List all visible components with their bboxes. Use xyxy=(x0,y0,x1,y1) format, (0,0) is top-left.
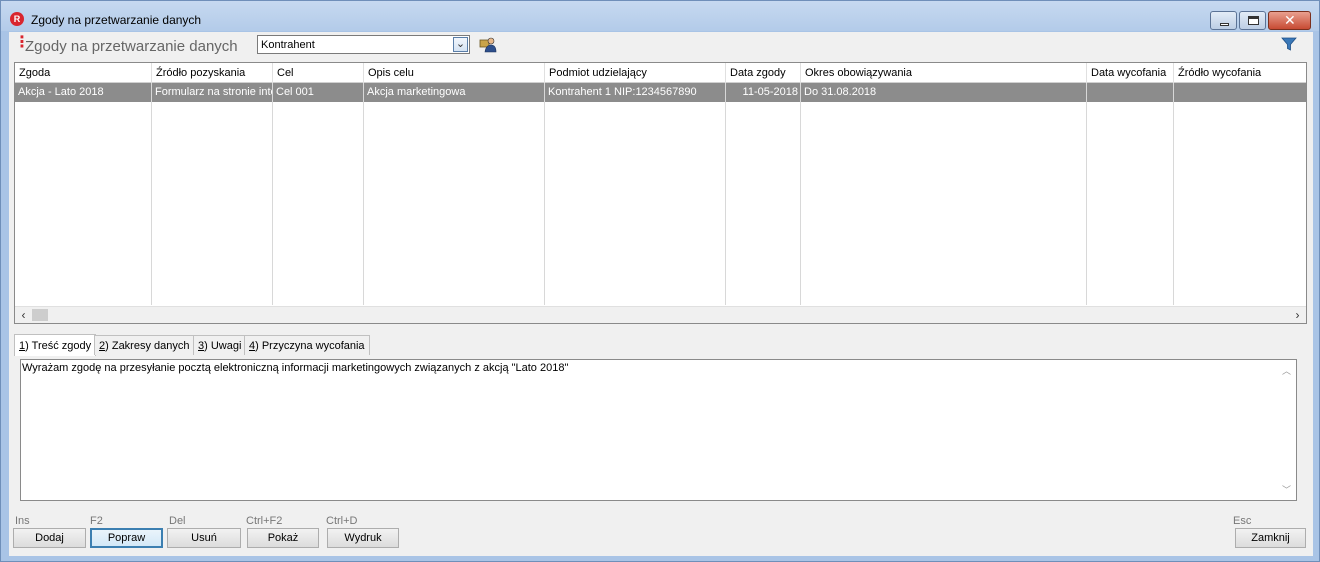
context-select-value: Kontrahent xyxy=(261,39,315,51)
show-button[interactable]: Pokaż xyxy=(247,528,319,548)
minimize-button[interactable] xyxy=(1210,11,1237,30)
page-title: Zgody na przetwarzanie danych xyxy=(25,38,238,55)
scroll-down-icon[interactable]: ﹀ xyxy=(1282,483,1291,496)
consents-table[interactable]: Zgoda Źródło pozyskania Cel Opis celu Po… xyxy=(14,62,1307,324)
client-area: ⋮ Zgody na przetwarzanie danych Kontrahe… xyxy=(9,32,1313,556)
tab-label: ) Uwagi xyxy=(204,340,242,352)
consent-text-area[interactable]: Wyrażam zgodę na przesyłanie pocztą elek… xyxy=(20,359,1297,501)
add-button[interactable]: Dodaj xyxy=(13,528,86,548)
cell-cel: Cel 001 xyxy=(276,86,314,98)
window-title: Zgody na przetwarzanie danych xyxy=(31,13,202,27)
hotkey-label: Ins xyxy=(15,515,30,527)
close-icon: ✕ xyxy=(1284,12,1296,28)
maximize-button[interactable] xyxy=(1239,11,1266,30)
column-header-data-wycofania[interactable]: Data wycofania xyxy=(1087,63,1174,83)
header-toolbar: ⋮ Zgody na przetwarzanie danych Kontrahe… xyxy=(9,32,1313,58)
cell-zgoda: Akcja - Lato 2018 xyxy=(18,86,104,98)
tab-label: ) Zakresy danych xyxy=(105,340,190,352)
column-header-cel[interactable]: Cel xyxy=(273,63,364,83)
column-header-podmiot[interactable]: Podmiot udzielający xyxy=(545,63,726,83)
print-button[interactable]: Wydruk xyxy=(327,528,399,548)
column-divider xyxy=(363,83,364,305)
table-row[interactable]: Akcja - Lato 2018 Formularz na stronie i… xyxy=(15,83,1306,102)
minimize-icon xyxy=(1220,23,1229,26)
hotkey-label: Del xyxy=(169,515,186,527)
scrollbar-thumb[interactable] xyxy=(32,309,48,321)
cell-podmiot: Kontrahent 1 NIP:1234567890 xyxy=(548,86,697,98)
filter-icon[interactable] xyxy=(1281,36,1297,52)
column-divider xyxy=(1173,83,1174,305)
column-header-zgoda[interactable]: Zgoda xyxy=(15,63,152,83)
column-divider xyxy=(544,83,545,305)
tab-przyczyna-wycofania[interactable]: 4) Przyczyna wycofania xyxy=(244,335,370,355)
horizontal-scrollbar[interactable]: ‹ › xyxy=(15,306,1306,323)
hotkey-label: F2 xyxy=(90,515,103,527)
context-select[interactable]: Kontrahent ⌄ xyxy=(257,35,470,54)
column-header-data-zgody[interactable]: Data zgody xyxy=(726,63,801,83)
maximize-icon xyxy=(1248,16,1259,25)
cell-opis: Akcja marketingowa xyxy=(367,86,466,98)
contractor-card-icon[interactable] xyxy=(479,35,497,53)
edit-button[interactable]: Popraw xyxy=(90,528,163,548)
cell-data-wycofania xyxy=(1087,83,1174,102)
column-divider xyxy=(800,83,801,305)
main-window: R Zgody na przetwarzanie danych ✕ ⋮ Zgod… xyxy=(0,0,1320,562)
column-header-zrodlo-pozyskania[interactable]: Źródło pozyskania xyxy=(152,63,273,83)
cell-data-zgody: 11-05-2018 xyxy=(742,86,798,98)
scroll-left-icon[interactable]: ‹ xyxy=(15,307,32,323)
tab-uwagi[interactable]: 3) Uwagi xyxy=(193,335,247,355)
chevron-down-icon[interactable]: ⌄ xyxy=(453,37,468,52)
column-header-opis-celu[interactable]: Opis celu xyxy=(364,63,545,83)
cell-okres: Do 31.08.2018 xyxy=(804,86,877,98)
column-header-okres[interactable]: Okres obowiązywania xyxy=(801,63,1087,83)
delete-button[interactable]: Usuń xyxy=(167,528,241,548)
column-divider xyxy=(151,83,152,305)
column-divider xyxy=(272,83,273,305)
hotkey-label: Ctrl+D xyxy=(326,515,358,527)
tab-tresc-zgody[interactable]: 1) Treść zgody xyxy=(14,334,97,356)
title-bar[interactable]: R Zgody na przetwarzanie danych ✕ xyxy=(1,1,1319,31)
table-header: Zgoda Źródło pozyskania Cel Opis celu Po… xyxy=(15,63,1306,83)
hotkey-label: Esc xyxy=(1233,515,1252,527)
app-logo-icon: R xyxy=(10,12,24,26)
vertical-scrollbar[interactable]: ︿ ﹀ xyxy=(1279,360,1296,500)
close-window-button[interactable]: ✕ xyxy=(1268,11,1311,30)
column-header-zrodlo-wycofania[interactable]: Źródło wycofania xyxy=(1174,63,1306,83)
cell-zrodlo-wycofania xyxy=(1174,83,1306,102)
scroll-up-icon[interactable]: ︿ xyxy=(1282,364,1291,377)
column-divider xyxy=(725,83,726,305)
hotkey-label: Ctrl+F2 xyxy=(246,515,283,527)
column-divider xyxy=(1086,83,1087,305)
tab-label: ) Treść zgody xyxy=(25,340,92,352)
tab-zakresy-danych[interactable]: 2) Zakresy danych xyxy=(94,335,195,355)
cell-zrodlo: Formularz na stronie internetowej xyxy=(155,86,273,98)
tab-label: ) Przyczyna wycofania xyxy=(255,340,365,352)
close-button[interactable]: Zamknij xyxy=(1235,528,1306,548)
scroll-right-icon[interactable]: › xyxy=(1289,307,1306,323)
consent-text: Wyrażam zgodę na przesyłanie pocztą elek… xyxy=(22,362,569,374)
